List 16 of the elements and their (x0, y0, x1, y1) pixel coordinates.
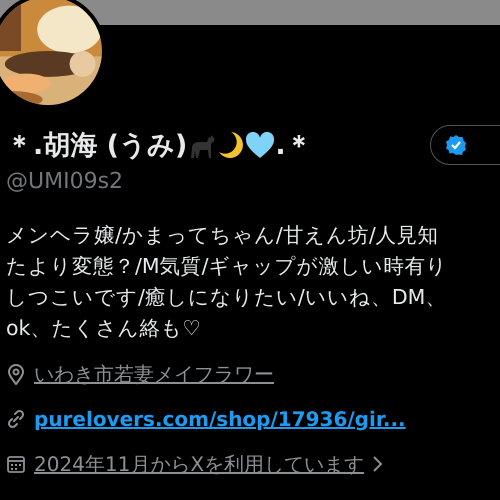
bio-text: しつこいです/癒しになりたい/いいね、DM、 (6, 284, 448, 311)
display-name: ＊.胡海 (うみ) (6, 129, 188, 163)
display-name-suffix: .＊ (275, 129, 313, 163)
bio-text: ok、たくさん絡も♡ (6, 315, 202, 342)
link-icon (6, 409, 26, 429)
heart-icon (245, 131, 276, 159)
join-date-link[interactable]: 2024年11月からXを利用しています (34, 450, 364, 478)
location-text: いわき市若妻メイフラワー (34, 360, 274, 388)
bio-text: メンヘラ嬢/かまってちゃん/甘えん坊/人見知 (6, 222, 440, 249)
crescent-moon-icon (217, 130, 246, 160)
calendar-icon (6, 454, 26, 474)
chevron-right-icon[interactable] (372, 454, 384, 474)
website-link[interactable]: purelovers.com/shop/17936/gir... (34, 407, 406, 431)
location-pin-icon (6, 363, 26, 385)
bio-text: たより変態？/M気質/ギャップが激しい時有り (6, 253, 449, 280)
user-handle: @UMI09s2 (6, 169, 124, 194)
